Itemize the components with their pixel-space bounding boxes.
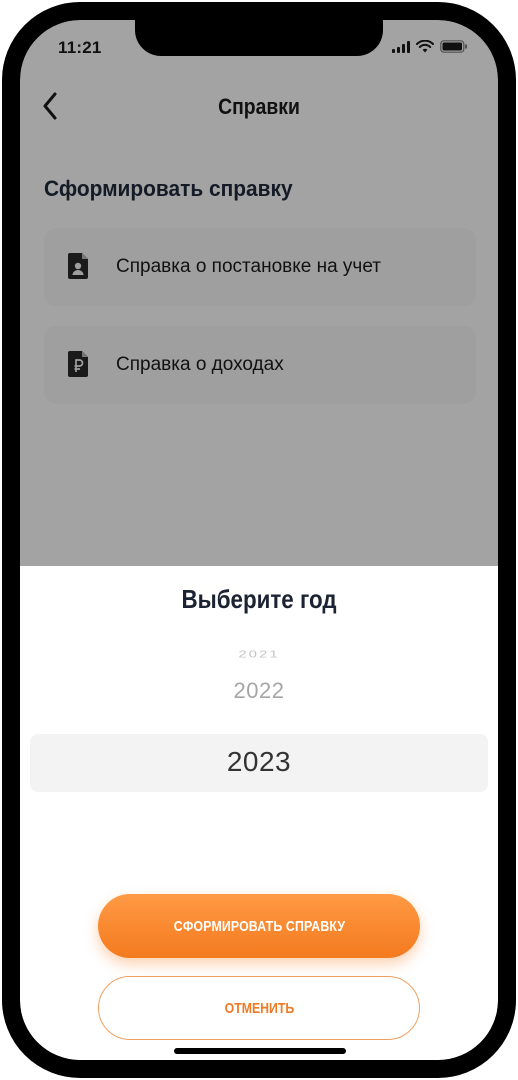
ruble-document-icon	[68, 351, 92, 379]
screen: 11:21 Справки Сформировать справку Справ…	[20, 20, 498, 1060]
document-item-label: Справка о постановке на учет	[116, 256, 381, 277]
cancel-button[interactable]: ОТМЕНИТЬ	[98, 976, 420, 1040]
sheet-title: Выберите год	[181, 584, 337, 614]
phone-frame: 11:21 Справки Сформировать справку Справ…	[2, 2, 516, 1078]
generate-certificate-label: СФОРМИРОВАТЬ СПРАВКУ	[173, 917, 345, 935]
person-document-icon	[68, 253, 92, 281]
section-title: Сформировать справку	[44, 176, 293, 201]
signal-icon	[392, 41, 410, 53]
status-time: 11:21	[58, 38, 102, 57]
year-option-selected[interactable]: 2023	[20, 746, 498, 778]
wifi-icon	[416, 40, 434, 53]
generate-certificate-button[interactable]: СФОРМИРОВАТЬ СПРАВКУ	[98, 894, 420, 958]
page-title: Справки	[218, 94, 300, 119]
cancel-label: ОТМЕНИТЬ	[224, 999, 294, 1017]
year-option[interactable]: 2022	[20, 678, 498, 704]
notch	[135, 20, 383, 56]
document-item-label: Справка о доходах	[116, 354, 284, 375]
document-item-registration[interactable]: Справка о постановке на учет	[44, 228, 476, 306]
document-item-income[interactable]: Справка о доходах	[44, 326, 476, 404]
year-option[interactable]: 2021	[20, 649, 498, 661]
home-indicator	[174, 1048, 346, 1054]
year-wheel[interactable]: 2021 2022 2023	[20, 636, 498, 792]
battery-icon	[440, 40, 468, 53]
year-picker-sheet: Выберите год 2021 2022 2023 СФОРМИРОВАТЬ…	[20, 566, 498, 1060]
nav-bar: Справки	[20, 82, 498, 130]
status-icons	[392, 40, 468, 53]
